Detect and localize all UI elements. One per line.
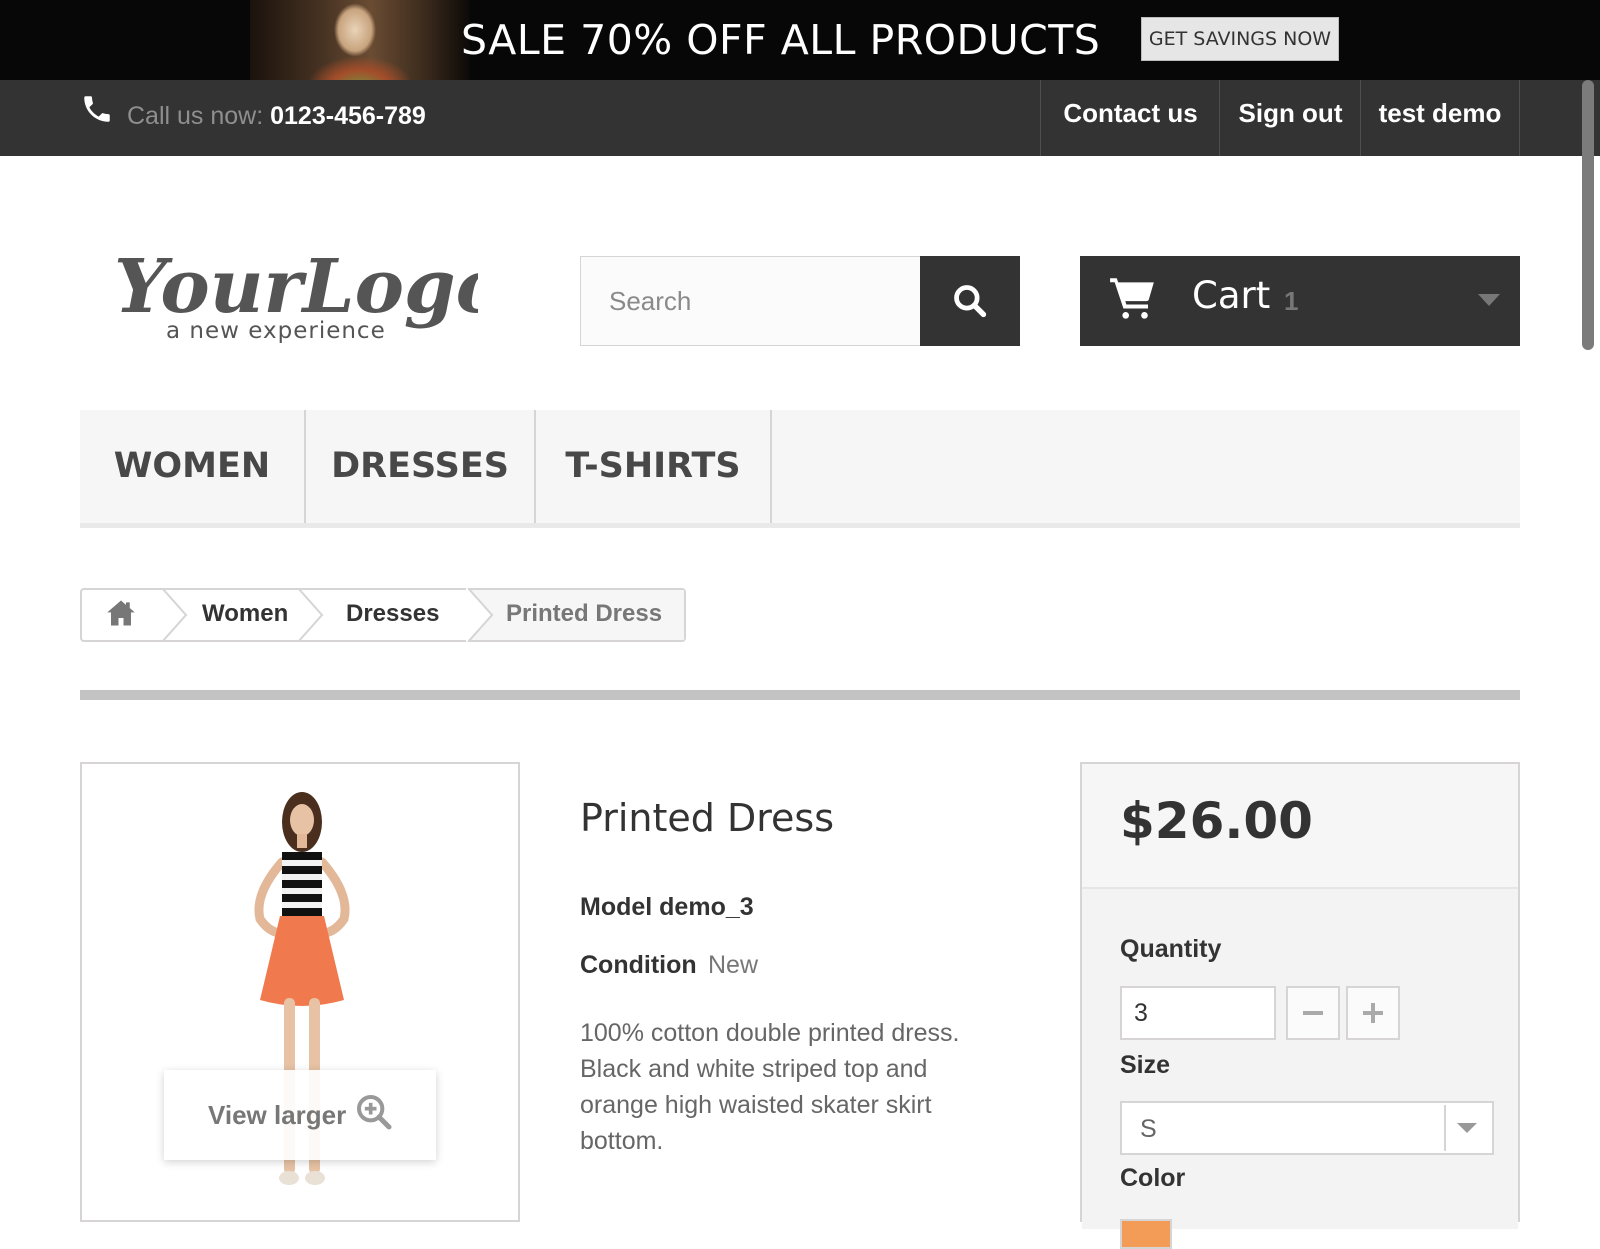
breadcrumb-women[interactable]: Women [202, 600, 288, 628]
color-swatch-orange[interactable] [1120, 1219, 1172, 1249]
search-button[interactable] [920, 256, 1020, 346]
zoom-in-icon [357, 1095, 392, 1130]
contact-us-link[interactable]: Contact us [1040, 80, 1220, 156]
search-input[interactable] [580, 256, 921, 346]
size-select[interactable]: S [1120, 1101, 1494, 1155]
view-larger-label: View larger [208, 1100, 347, 1130]
breadcrumb-current: Printed Dress [506, 600, 663, 627]
account-link[interactable]: test demo [1360, 80, 1520, 156]
chevron-down-icon [1457, 1123, 1477, 1133]
product-image-frame[interactable]: View larger [80, 762, 520, 1222]
minus-icon [1303, 1011, 1323, 1015]
section-divider [80, 690, 1520, 700]
condition-value: New [708, 951, 759, 979]
chevron-down-icon [1478, 294, 1500, 306]
condition-label: Condition [580, 951, 697, 979]
product-description: 100% cotton double printed dress. Black … [580, 1019, 960, 1155]
color-label: Color [1120, 1164, 1186, 1192]
price-area: $26.00 [1082, 764, 1518, 889]
quantity-field[interactable] [1120, 986, 1276, 1040]
buy-options: Quantity Size S Color [1082, 889, 1518, 1249]
promo-title: SALE 70% OFF ALL PRODUCTS [461, 16, 1101, 64]
promo-model-photo [250, 0, 470, 80]
quantity-label: Quantity [1120, 935, 1222, 963]
promo-banner[interactable]: SALE 70% OFF ALL PRODUCTS GET SAVINGS NO… [0, 0, 1600, 80]
product-title: Printed Dress [580, 796, 835, 840]
plus-icon [1363, 1003, 1383, 1023]
product-model: Model demo_3 [580, 893, 754, 921]
breadcrumb-separator [161, 588, 188, 642]
quantity-increase-button[interactable] [1346, 986, 1400, 1040]
page-scrollbar[interactable] [1582, 80, 1594, 350]
menu-item-tshirts[interactable]: T-SHIRTS [536, 410, 772, 523]
quantity-decrease-button[interactable] [1286, 986, 1340, 1040]
menu-item-dresses[interactable]: DRESSES [306, 410, 536, 523]
call-us-text: Call us now: 0123-456-789 [127, 102, 426, 131]
size-dropdown-toggle[interactable] [1444, 1105, 1490, 1151]
cart-button[interactable]: Cart 1 [1080, 256, 1520, 346]
breadcrumb-dresses[interactable]: Dresses [346, 600, 439, 628]
breadcrumb-separator [297, 588, 324, 642]
view-larger-button[interactable]: View larger [164, 1070, 436, 1160]
buy-box: $26.00 Quantity Size S Color [1080, 762, 1520, 1249]
cart-count: 1 [1284, 286, 1299, 316]
breadcrumb-separator [466, 588, 494, 642]
product-price: $26.00 [1120, 792, 1313, 850]
sign-out-link[interactable]: Sign out [1219, 80, 1361, 156]
main-menu: WOMEN DRESSES T-SHIRTS [80, 410, 1520, 528]
size-label: Size [1120, 1051, 1171, 1079]
cart-icon [1110, 278, 1154, 319]
top-nav-bar: Call us now: 0123-456-789 Contact us Sig… [0, 80, 1600, 156]
logo-tagline: a new experience [166, 318, 386, 344]
menu-item-women[interactable]: WOMEN [80, 410, 306, 523]
breadcrumb: Women Dresses Printed Dress [80, 588, 686, 642]
size-selected-value: S [1140, 1115, 1157, 1143]
search-icon [954, 285, 987, 318]
site-logo[interactable]: YourLogo a new experience [108, 232, 478, 347]
home-icon[interactable] [106, 599, 136, 627]
get-savings-button[interactable]: GET SAVINGS NOW [1141, 17, 1339, 61]
cart-label: Cart [1192, 274, 1271, 317]
call-us-label: Call us now: [127, 102, 264, 130]
phone-number: 0123-456-789 [270, 102, 426, 130]
phone-icon [84, 96, 110, 122]
